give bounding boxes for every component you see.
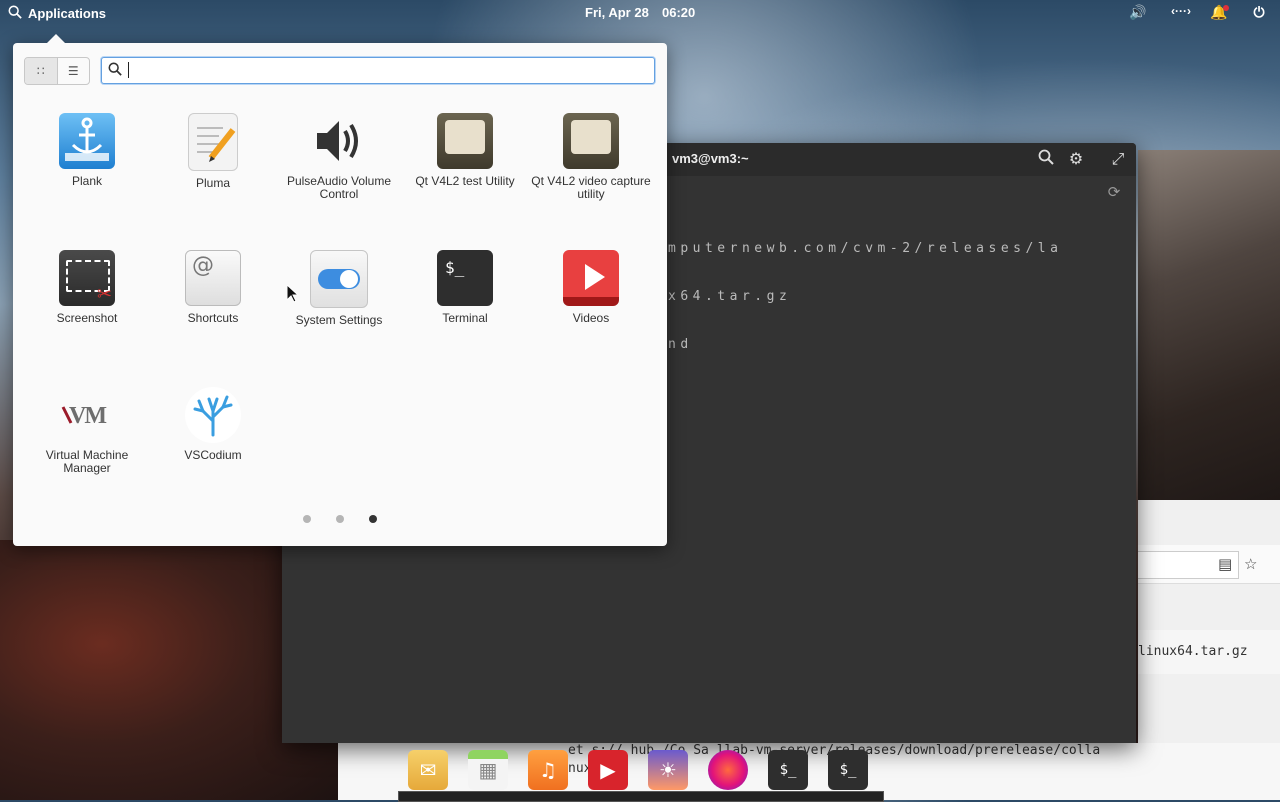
app-label: Qt V4L2 video capture utility: [531, 174, 651, 201]
app-terminal[interactable]: $_ Terminal: [403, 250, 527, 325]
history-icon[interactable]: ⟳: [1104, 183, 1124, 203]
terminal-line: x64.tar.gz: [668, 289, 792, 304]
plank-icon: [59, 113, 115, 169]
page-indicator: [303, 515, 377, 523]
gear-icon[interactable]: ⚙: [1066, 149, 1086, 169]
mouse-pointer-icon: [286, 283, 300, 306]
firefox-icon[interactable]: [708, 750, 748, 790]
power-icon[interactable]: ⏻: [1248, 4, 1270, 22]
terminal-icon: $_: [437, 250, 493, 306]
reader-view-icon[interactable]: ▤: [1218, 555, 1232, 573]
search-icon[interactable]: [1036, 149, 1056, 169]
toggle-switch-icon: [310, 250, 368, 308]
app-vscodium[interactable]: VSCodium: [151, 387, 275, 462]
app-label: Terminal: [442, 311, 488, 325]
app-label: Qt V4L2 test Utility: [415, 174, 515, 188]
search-input[interactable]: [128, 60, 642, 81]
search-icon: [108, 62, 122, 79]
music-icon[interactable]: ♫: [528, 750, 568, 790]
vmm-logo-icon: VM: [59, 387, 115, 443]
app-videos[interactable]: Videos: [529, 250, 653, 325]
search-icon: [8, 5, 22, 22]
page-text-row: linux64.tar.gz: [1138, 630, 1280, 674]
play-icon: [563, 250, 619, 306]
app-label: Pluma: [195, 176, 230, 190]
webcam-icon: [437, 113, 493, 169]
terminal-line: nd: [668, 337, 693, 352]
top-panel: Applications Fri, Apr 28 06:20 🔊 ‹···› 🔔…: [0, 0, 1280, 26]
app-label: Videos: [572, 311, 610, 325]
screenshot-icon: ✂: [59, 250, 115, 306]
terminal-line: mputernewb.com/cvm-2/releases/la: [668, 241, 1063, 256]
webcam-icon: [563, 113, 619, 169]
notification-badge: [1223, 5, 1229, 11]
applications-menu: ∷ ☰ Plank Pluma PulseAudio Volume Contro…: [13, 34, 667, 546]
app-label: Shortcuts: [187, 311, 239, 325]
pluma-icon: [188, 113, 238, 171]
app-screenshot[interactable]: ✂ Screenshot: [25, 250, 149, 325]
volume-icon[interactable]: 🔊: [1127, 4, 1149, 22]
browser-toolbar: ▤ ☆: [1138, 545, 1280, 584]
app-shortcuts[interactable]: @ Shortcuts: [151, 250, 275, 325]
videos-icon[interactable]: ▶: [588, 750, 628, 790]
page-dot[interactable]: [303, 515, 311, 523]
terminal-icon[interactable]: $_: [828, 750, 868, 790]
calendar-icon[interactable]: ▦: [468, 750, 508, 790]
category-view-button[interactable]: ☰: [58, 58, 90, 84]
dock: ✉ ▦ ♫ ▶ ☀ $_ $_: [400, 740, 888, 790]
app-pluma[interactable]: Pluma: [151, 113, 275, 190]
panel-date[interactable]: Fri, Apr 28: [585, 5, 649, 20]
terminal-output: mputernewb.com/cvm-2/releases/la x64.tar…: [668, 209, 1062, 385]
dock-shelf: [398, 791, 884, 802]
vscodium-icon: [185, 387, 241, 443]
svg-text:VM: VM: [69, 403, 106, 429]
grid-view-button[interactable]: ∷: [25, 58, 58, 84]
applications-label: Applications: [28, 6, 107, 21]
panel-time[interactable]: 06:20: [662, 5, 695, 20]
app-pulseaudio-volume-control[interactable]: PulseAudio Volume Control: [277, 113, 401, 201]
app-label: System Settings: [295, 313, 383, 327]
app-label: VSCodium: [184, 448, 242, 462]
app-label: Screenshot: [56, 311, 118, 325]
mail-icon[interactable]: ✉: [408, 750, 448, 790]
at-sign-icon: @: [185, 250, 241, 306]
app-plank[interactable]: Plank: [25, 113, 149, 188]
search-field[interactable]: [101, 57, 655, 84]
page-dot[interactable]: [336, 515, 344, 523]
speaker-icon: [311, 113, 367, 169]
terminal-icon[interactable]: $_: [768, 750, 808, 790]
app-qt-v4l2-test-utility[interactable]: Qt V4L2 test Utility: [403, 113, 527, 188]
app-label: PulseAudio Volume Control: [286, 174, 392, 201]
bookmark-star-icon[interactable]: ☆: [1244, 555, 1257, 573]
photos-icon[interactable]: ☀: [648, 750, 688, 790]
app-label: Plank: [71, 174, 103, 188]
app-virtual-machine-manager[interactable]: VM Virtual Machine Manager: [25, 387, 149, 475]
view-toggle: ∷ ☰: [24, 57, 90, 85]
page-text: linux64.tar.gz: [1138, 644, 1248, 659]
notifications-icon[interactable]: 🔔: [1208, 4, 1230, 22]
app-qt-v4l2-video-capture-utility[interactable]: Qt V4L2 video capture utility: [529, 113, 653, 201]
network-icon[interactable]: ‹···›: [1170, 4, 1192, 22]
page-dot-active[interactable]: [369, 515, 377, 523]
wallpaper-cliff: [1138, 150, 1280, 500]
applications-menu-button[interactable]: Applications: [8, 5, 106, 22]
terminal-title: vm3@vm3:~: [672, 151, 749, 166]
app-label: Virtual Machine Manager: [45, 448, 129, 475]
maximize-icon[interactable]: ⤢: [1108, 149, 1128, 169]
popover-arrow: [46, 34, 66, 44]
